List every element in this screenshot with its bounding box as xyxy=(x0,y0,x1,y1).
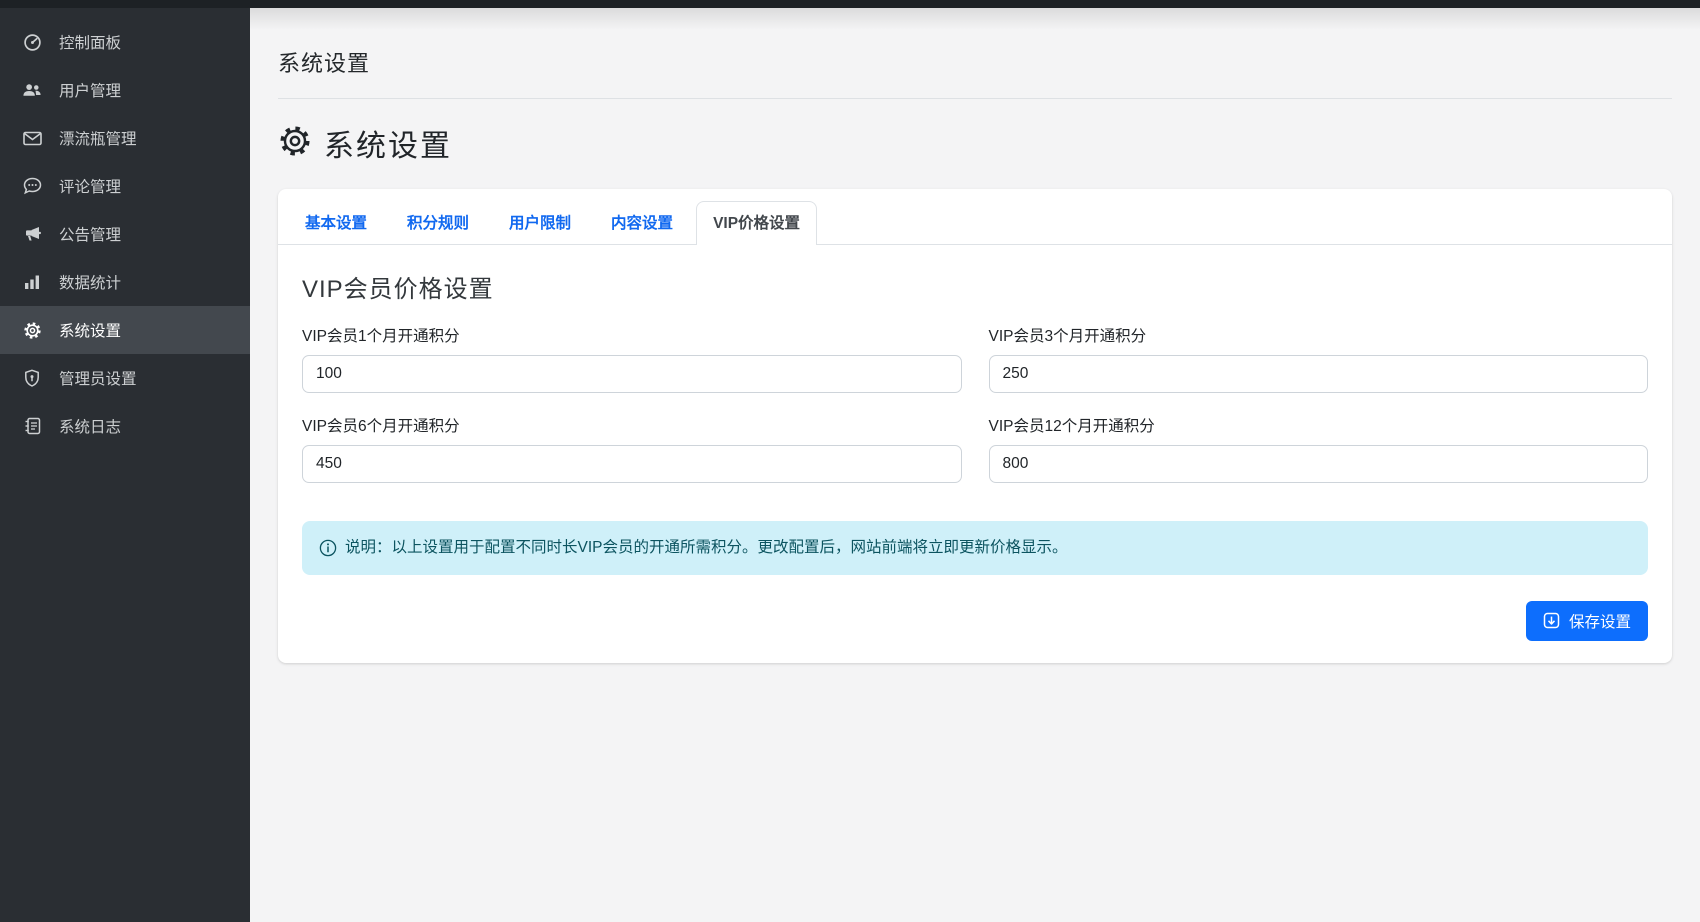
save-icon xyxy=(1543,612,1560,629)
form-actions: 保存设置 xyxy=(296,601,1648,641)
vip-6month-input[interactable] xyxy=(302,445,962,483)
settings-card: 基本设置 积分规则 用户限制 内容设置 VIP价格设置 VIP会员价格设置 VI… xyxy=(278,189,1672,663)
field-vip-3month: VIP会员3个月开通积分 xyxy=(989,324,1649,393)
panel-heading: VIP会员价格设置 xyxy=(302,269,1654,304)
main-content: 系统设置 系统设置 基本设置 积分规则 用户限制 内容设置 VIP价格设置 VI… xyxy=(250,8,1700,922)
tab-user-limits[interactable]: 用户限制 xyxy=(492,201,588,244)
section-title: 系统设置 xyxy=(324,121,452,165)
vip-price-form: VIP会员1个月开通积分 VIP会员3个月开通积分 VIP会员6个月开通积分 V… xyxy=(296,324,1654,483)
sidebar-item-statistics[interactable]: 数据统计 xyxy=(0,258,250,306)
info-circle-icon xyxy=(319,539,337,557)
page-title: 系统设置 xyxy=(278,46,1672,78)
sidebar-item-label: 系统设置 xyxy=(59,319,121,341)
gear-icon xyxy=(278,124,312,163)
speedometer-icon xyxy=(22,33,42,51)
sidebar-item-label: 用户管理 xyxy=(59,79,121,101)
journal-icon xyxy=(22,417,42,435)
top-navbar xyxy=(0,0,1700,8)
envelope-icon xyxy=(22,129,42,147)
field-label: VIP会员3个月开通积分 xyxy=(989,324,1649,346)
sidebar-item-label: 控制面板 xyxy=(59,31,121,53)
sidebar-item-label: 公告管理 xyxy=(59,223,121,245)
sidebar-item-users[interactable]: 用户管理 xyxy=(0,66,250,114)
gear-icon xyxy=(22,321,42,339)
field-vip-6month: VIP会员6个月开通积分 xyxy=(302,414,962,483)
sidebar-item-bottles[interactable]: 漂流瓶管理 xyxy=(0,114,250,162)
sidebar-item-announcements[interactable]: 公告管理 xyxy=(0,210,250,258)
save-button-label: 保存设置 xyxy=(1569,610,1631,632)
sidebar-item-label: 评论管理 xyxy=(59,175,121,197)
field-label: VIP会员6个月开通积分 xyxy=(302,414,962,436)
save-settings-button[interactable]: 保存设置 xyxy=(1526,601,1648,641)
vip-1month-input[interactable] xyxy=(302,355,962,393)
shield-lock-icon xyxy=(22,369,42,387)
tab-panel-vip-prices: VIP会员价格设置 VIP会员1个月开通积分 VIP会员3个月开通积分 VIP会… xyxy=(278,245,1672,663)
info-alert: 说明：以上设置用于配置不同时长VIP会员的开通所需积分。更改配置后，网站前端将立… xyxy=(302,521,1648,575)
field-vip-1month: VIP会员1个月开通积分 xyxy=(302,324,962,393)
tab-basic-settings[interactable]: 基本设置 xyxy=(288,201,384,244)
sidebar-item-label: 数据统计 xyxy=(59,271,121,293)
megaphone-icon xyxy=(22,225,42,243)
vip-12month-input[interactable] xyxy=(989,445,1649,483)
users-icon xyxy=(22,81,42,99)
tab-points-rules[interactable]: 积分规则 xyxy=(390,201,486,244)
comment-icon xyxy=(22,177,42,195)
tab-content-settings[interactable]: 内容设置 xyxy=(594,201,690,244)
sidebar-item-settings[interactable]: 系统设置 xyxy=(0,306,250,354)
sidebar-item-comments[interactable]: 评论管理 xyxy=(0,162,250,210)
tab-vip-price-settings[interactable]: VIP价格设置 xyxy=(696,201,817,245)
info-alert-text: 说明：以上设置用于配置不同时长VIP会员的开通所需积分。更改配置后，网站前端将立… xyxy=(345,537,1068,559)
sidebar-item-logs[interactable]: 系统日志 xyxy=(0,402,250,450)
vip-3month-input[interactable] xyxy=(989,355,1649,393)
sidebar-item-label: 系统日志 xyxy=(59,415,121,437)
divider xyxy=(278,98,1672,99)
sidebar-item-label: 管理员设置 xyxy=(59,367,137,389)
field-label: VIP会员12个月开通积分 xyxy=(989,414,1649,436)
sidebar-item-label: 漂流瓶管理 xyxy=(59,127,137,149)
bar-chart-icon xyxy=(22,273,42,291)
sidebar: 控制面板 用户管理 漂流瓶管理 评论管理 公告管理 数据统计 系统设置 xyxy=(0,0,250,922)
sidebar-item-admin[interactable]: 管理员设置 xyxy=(0,354,250,402)
field-vip-12month: VIP会员12个月开通积分 xyxy=(989,414,1649,483)
settings-tabs: 基本设置 积分规则 用户限制 内容设置 VIP价格设置 xyxy=(278,189,1672,245)
section-header: 系统设置 xyxy=(278,121,1672,165)
field-label: VIP会员1个月开通积分 xyxy=(302,324,962,346)
sidebar-item-dashboard[interactable]: 控制面板 xyxy=(0,18,250,66)
